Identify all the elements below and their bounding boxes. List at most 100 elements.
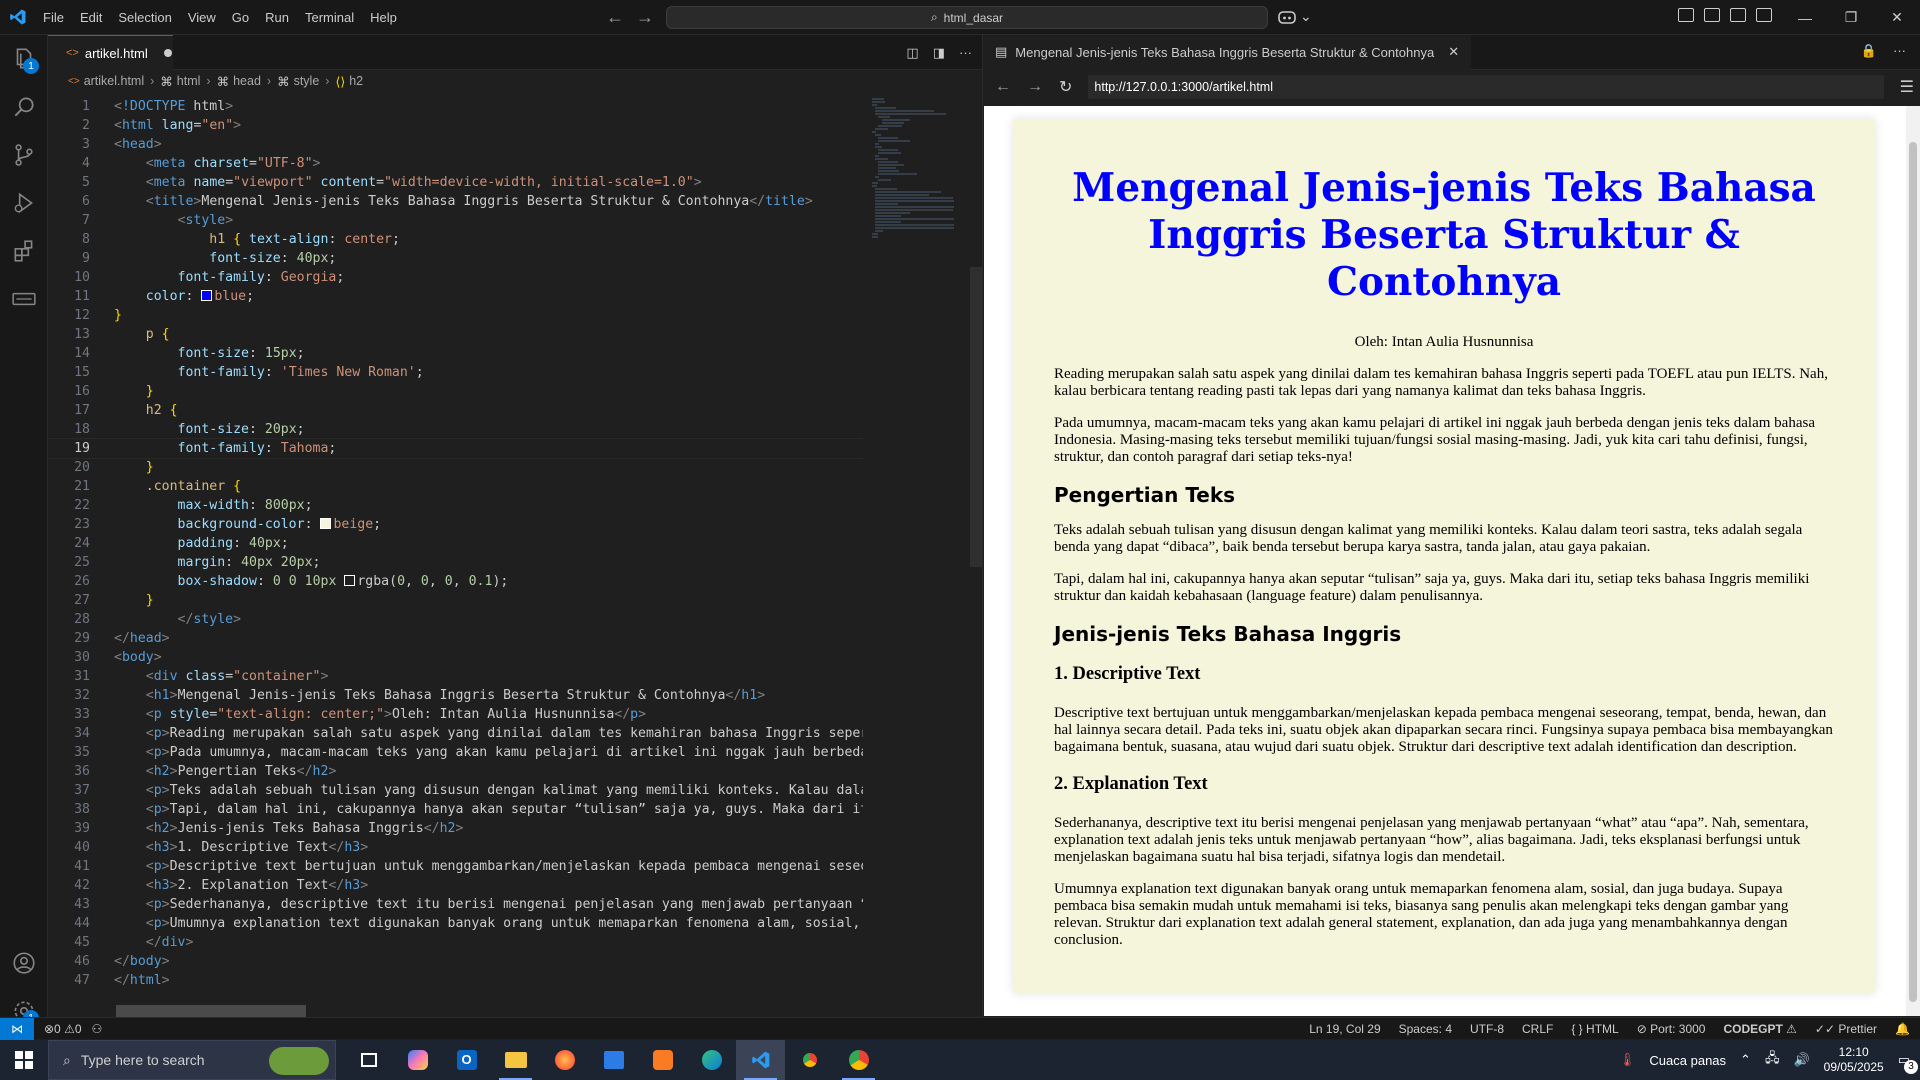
code-line[interactable]: 19 font-family: Tahoma; [48,438,863,459]
code-line[interactable]: 44 <p>Umumnya explanation text digunakan… [48,914,863,933]
network-icon[interactable]: 🖧 [1765,1049,1780,1071]
explorer-button[interactable]: 1 [0,35,48,83]
menu-help[interactable]: Help [362,0,405,35]
notification-center-icon[interactable]: ▭ 3 [1898,1052,1918,1074]
reload-icon[interactable]: ↻ [1059,77,1072,97]
extensions-button[interactable] [0,227,48,275]
toggle-primary-sidebar-icon[interactable] [1704,8,1720,22]
code-line[interactable]: 26 box-shadow: 0 0 10px rgba(0, 0, 0, 0.… [48,572,863,591]
code-line[interactable]: 9 font-size: 40px; [48,249,863,268]
code-line[interactable]: 21 .container { [48,477,863,496]
firefox-icon[interactable] [540,1040,589,1080]
file-encoding[interactable]: UTF-8 [1470,1022,1504,1036]
menu-terminal[interactable]: Terminal [297,0,362,35]
menu-go[interactable]: Go [224,0,257,35]
forward-arrow-icon[interactable]: → [636,7,654,28]
code-line[interactable]: 40 <h3>1. Descriptive Text</h3> [48,838,863,857]
code-line[interactable]: 6 <title>Mengenal Jenis-jenis Teks Bahas… [48,192,863,211]
code-line[interactable]: 29 </head> [48,629,863,648]
prettier-status[interactable]: ✓✓ Prettier [1815,1022,1877,1036]
code-line[interactable]: 33 <p style="text-align: center;">Oleh: … [48,705,863,724]
code-line[interactable]: 35 <p>Pada umumnya, macam-macam teks yan… [48,743,863,762]
breadcrumb-item[interactable]: head [233,74,261,88]
menu-run[interactable]: Run [257,0,297,35]
remote-indicator-icon[interactable]: ⋈ [0,1017,34,1040]
code-line[interactable]: 38 <p>Tapi, dalam hal ini, cakupannya ha… [48,800,863,819]
code-line[interactable]: 24 padding: 40px; [48,534,863,553]
run-debug-button[interactable] [0,179,48,227]
lock-icon[interactable]: 🔒 [1861,43,1877,59]
command-center-search[interactable]: ⌕ html_dasar [666,6,1268,29]
toggle-secondary-sidebar-icon[interactable] [1756,8,1772,22]
code-line[interactable]: 10 font-family: Georgia; [48,268,863,287]
cursor-position[interactable]: Ln 19, Col 29 [1309,1022,1380,1036]
code-editor[interactable]: 1 <!DOCTYPE html> 2 <html lang="en"> 3 <head>… [48,97,863,1007]
code-line[interactable]: 20 } [48,458,863,477]
code-line[interactable]: 2 <html lang="en"> [48,116,863,135]
code-line[interactable]: 22 max-width: 800px; [48,496,863,515]
breadcrumb-item[interactable]: artikel.html [84,74,144,88]
menu-view[interactable]: View [180,0,224,35]
back-arrow-icon[interactable]: ← [606,7,624,28]
page-scrollbar[interactable] [1906,106,1920,1016]
copilot-app-icon[interactable] [393,1040,442,1080]
url-input[interactable]: http://127.0.0.1:3000/artikel.html [1088,75,1884,99]
code-line[interactable]: 23 background-color: beige; [48,515,863,534]
language-mode[interactable]: { } HTML [1571,1022,1618,1036]
problems-indicator[interactable]: ⊗0 ⚠0 [44,1022,82,1036]
menu-file[interactable]: File [35,0,72,35]
clock[interactable]: 12:10 09/05/2025 [1824,1045,1884,1075]
editor-tab-artikel[interactable]: <> artikel.html [48,35,173,70]
breadcrumb-item[interactable]: style [294,74,320,88]
toggle-panel-icon[interactable] [1730,8,1746,22]
code-line[interactable]: 1 <!DOCTYPE html> [48,97,863,116]
menu-icon[interactable]: ☰ [1900,77,1914,97]
code-line[interactable]: 47 </html> [48,971,863,990]
code-line[interactable]: 46 </body> [48,952,863,971]
open-preview-icon[interactable]: ◫ [906,45,918,61]
code-line[interactable]: 30 <body> [48,648,863,667]
back-arrow-icon[interactable]: ← [995,78,1011,96]
menu-edit[interactable]: Edit [72,0,110,35]
microsoft-store-icon[interactable] [589,1040,638,1080]
indentation[interactable]: Spaces: 4 [1399,1022,1452,1036]
code-line[interactable]: 15 font-family: 'Times New Roman'; [48,363,863,382]
search-button[interactable] [0,83,48,131]
unsaved-dot-icon[interactable] [163,49,172,57]
code-line[interactable]: 34 <p>Reading merupakan salah satu aspek… [48,724,863,743]
close-icon[interactable]: ✕ [1874,0,1920,35]
code-line[interactable]: 8 h1 { text-align: center; [48,230,863,249]
task-view-icon[interactable] [344,1040,393,1080]
breadcrumb-item[interactable]: html [177,74,201,88]
code-line[interactable]: 7 <style> [48,211,863,230]
code-line[interactable]: 3 <head> [48,135,863,154]
copilot-icon[interactable]: ⌄ [1278,8,1312,25]
code-line[interactable]: 39 <h2>Jenis-jenis Teks Bahasa Inggris</… [48,819,863,838]
code-line[interactable]: 16 } [48,382,863,401]
live-share-icon[interactable]: ⚇ [92,1022,103,1036]
split-editor-icon[interactable]: ◨ [933,45,945,61]
code-line[interactable]: 11 color: blue; [48,287,863,306]
code-line[interactable]: 14 font-size: 15px; [48,344,863,363]
code-line[interactable]: 12} [48,306,863,325]
breadcrumb-item[interactable]: h2 [349,74,363,88]
more-actions-icon[interactable]: ··· [1893,43,1906,59]
xampp-icon[interactable] [638,1040,687,1080]
code-line[interactable]: 4 <meta charset="UTF-8"> [48,154,863,173]
code-line[interactable]: 43 <p>Sederhananya, descriptive text itu… [48,895,863,914]
minimap[interactable] [872,97,984,517]
accounts-button[interactable] [0,939,48,987]
codegpt-status[interactable]: CODEGPT ⚠ [1723,1022,1796,1036]
codegpt-button[interactable] [0,275,48,323]
code-line[interactable]: 36 <h2>Pengertian Teks</h2> [48,762,863,781]
code-line[interactable]: 5 <meta name="viewport" content="width=d… [48,173,863,192]
chrome-icon[interactable] [785,1040,834,1080]
code-line[interactable]: 42 <h3>2. Explanation Text</h3> [48,876,863,895]
file-explorer-icon[interactable] [491,1040,540,1080]
minimize-icon[interactable]: — [1782,0,1828,35]
forward-arrow-icon[interactable]: → [1027,78,1043,96]
code-line[interactable]: 27 } [48,591,863,610]
restore-icon[interactable]: ❐ [1828,0,1874,35]
code-line[interactable]: 25 margin: 40px 20px; [48,553,863,572]
code-line[interactable]: 31 <div class="container"> [48,667,863,686]
